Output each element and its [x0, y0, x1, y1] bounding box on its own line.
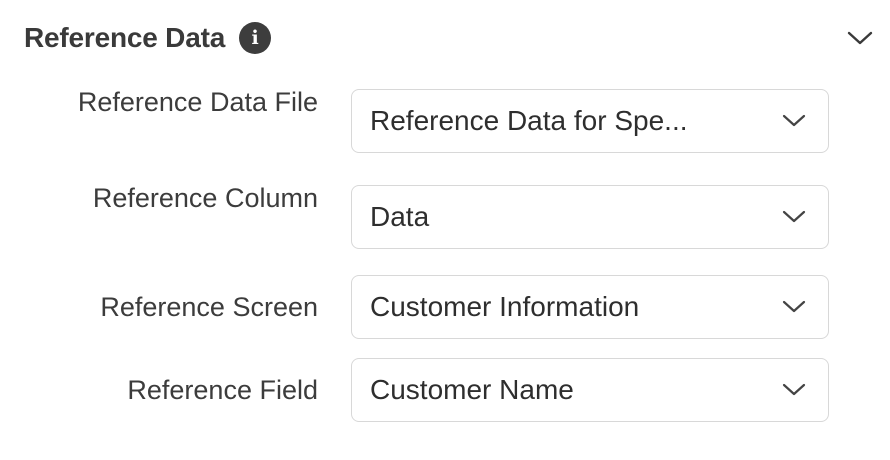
field-label-reference-field: Reference Field [127, 375, 318, 405]
reference-data-panel: Reference Data i Reference Data File Ref… [0, 0, 890, 460]
chevron-down-icon [780, 107, 808, 135]
reference-field-select[interactable]: Customer Name [351, 358, 829, 422]
info-icon[interactable]: i [239, 22, 272, 54]
field-label-reference-screen: Reference Screen [100, 292, 318, 322]
field-label-reference-data-file: Reference Data File [77, 87, 318, 117]
reference-data-file-select[interactable]: Reference Data for Spe... [351, 89, 829, 153]
section-header: Reference Data i [24, 18, 272, 58]
reference-screen-select[interactable]: Customer Information [351, 275, 829, 339]
chevron-down-icon [847, 31, 873, 45]
chevron-down-icon [780, 293, 808, 321]
reference-screen-value: Customer Information [370, 291, 640, 322]
chevron-down-icon [780, 203, 808, 231]
reference-field-value: Customer Name [370, 374, 574, 405]
reference-column-select[interactable]: Data [351, 185, 829, 249]
collapse-toggle[interactable] [842, 22, 878, 54]
reference-column-value: Data [370, 201, 430, 232]
section-title: Reference Data [24, 22, 226, 53]
field-label-reference-column: Reference Column [92, 183, 318, 213]
reference-data-file-value: Reference Data for Spe... [370, 105, 688, 136]
chevron-down-icon [780, 376, 808, 404]
